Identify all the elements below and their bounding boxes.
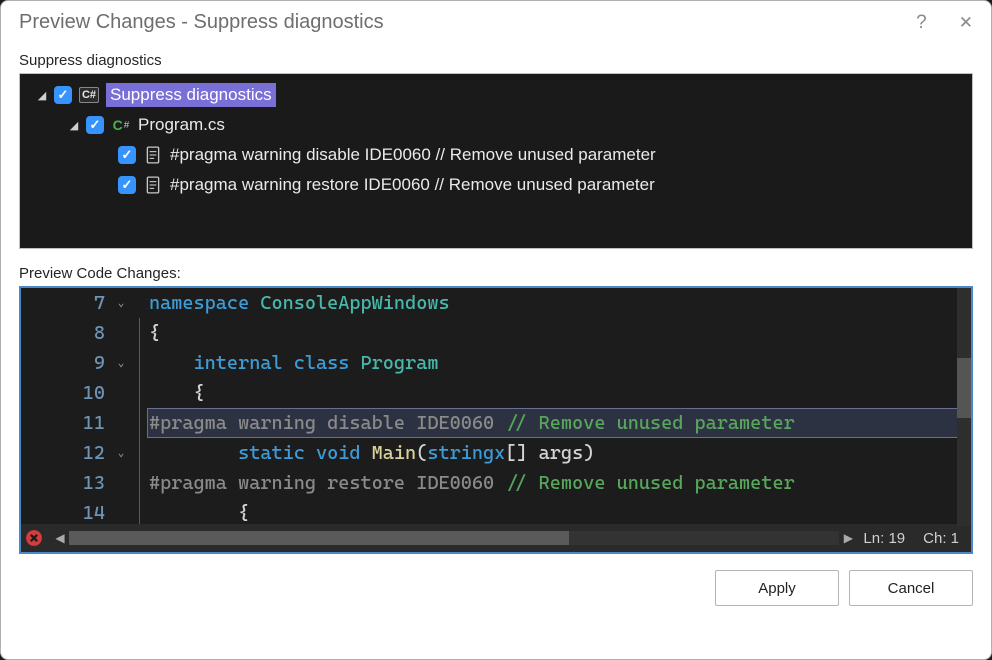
vertical-scrollbar-thumb[interactable]: [957, 358, 971, 418]
help-icon[interactable]: ?: [916, 12, 927, 34]
line-number-gutter: 7891011121314: [21, 288, 109, 524]
tree-section-label: Suppress diagnostics: [1, 44, 991, 73]
tree-change-label: #pragma warning disable IDE0060 // Remov…: [170, 145, 656, 165]
window-title: Preview Changes - Suppress diagnostics: [19, 11, 384, 34]
csharp-file-icon: C#: [110, 115, 132, 135]
fold-chevron-icon[interactable]: ⌄: [109, 348, 133, 378]
tree-change-row[interactable]: #pragma warning disable IDE0060 // Remov…: [20, 140, 972, 170]
checkbox[interactable]: [54, 86, 72, 104]
horizontal-scrollbar[interactable]: ◀ ▶: [51, 531, 857, 545]
tree-file-label: Program.cs: [138, 115, 225, 135]
tree-change-row[interactable]: #pragma warning restore IDE0060 // Remov…: [20, 170, 972, 200]
horizontal-scrollbar-track[interactable]: [69, 531, 839, 545]
tree-change-label: #pragma warning restore IDE0060 // Remov…: [170, 175, 655, 195]
title-bar: Preview Changes - Suppress diagnostics ?…: [1, 1, 991, 44]
status-col: Ch: 1: [923, 530, 959, 547]
tree-root-label: Suppress diagnostics: [106, 83, 276, 107]
code-area[interactable]: 7891011121314 ⌄ ⌄ ⌄ namespace ConsoleAppWi…: [21, 288, 971, 524]
editor-status-bar: ◀ ▶ Ln: 19 Ch: 1: [21, 524, 971, 552]
scroll-right-arrow[interactable]: ▶: [839, 531, 857, 545]
document-icon: [142, 175, 164, 195]
document-icon: [142, 145, 164, 165]
expander-icon[interactable]: ◢: [34, 89, 50, 102]
horizontal-scrollbar-thumb[interactable]: [69, 531, 569, 545]
fold-chevron-icon[interactable]: ⌄: [109, 288, 133, 318]
fold-chevron-icon[interactable]: ⌄: [109, 438, 133, 468]
preview-changes-dialog: Preview Changes - Suppress diagnostics ?…: [0, 0, 992, 660]
code-content[interactable]: namespace ConsoleAppWindows{ internal cl…: [147, 288, 971, 524]
cancel-button[interactable]: Cancel: [849, 570, 973, 606]
status-line: Ln: 19: [863, 530, 905, 547]
error-indicator-icon[interactable]: [23, 527, 45, 549]
apply-button[interactable]: Apply: [715, 570, 839, 606]
checkbox[interactable]: [118, 176, 136, 194]
tree-root-row[interactable]: ◢ C# Suppress diagnostics: [20, 80, 972, 110]
expander-icon[interactable]: ◢: [66, 119, 82, 132]
scroll-left-arrow[interactable]: ◀: [51, 531, 69, 545]
tree-file-row[interactable]: ◢ C# Program.cs: [20, 110, 972, 140]
fold-column: ⌄ ⌄ ⌄: [109, 288, 133, 524]
preview-section-label: Preview Code Changes:: [1, 253, 991, 286]
csharp-project-icon: C#: [78, 85, 100, 105]
checkbox[interactable]: [118, 146, 136, 164]
dialog-button-row: Apply Cancel: [1, 558, 991, 620]
vertical-scrollbar-track[interactable]: [957, 288, 971, 524]
changes-tree: ◢ C# Suppress diagnostics ◢ C# Program.c…: [19, 73, 973, 249]
code-preview: 7891011121314 ⌄ ⌄ ⌄ namespace ConsoleAppWi…: [19, 286, 973, 554]
close-icon[interactable]: ✕: [959, 13, 973, 33]
rule-column: [133, 288, 147, 524]
checkbox[interactable]: [86, 116, 104, 134]
